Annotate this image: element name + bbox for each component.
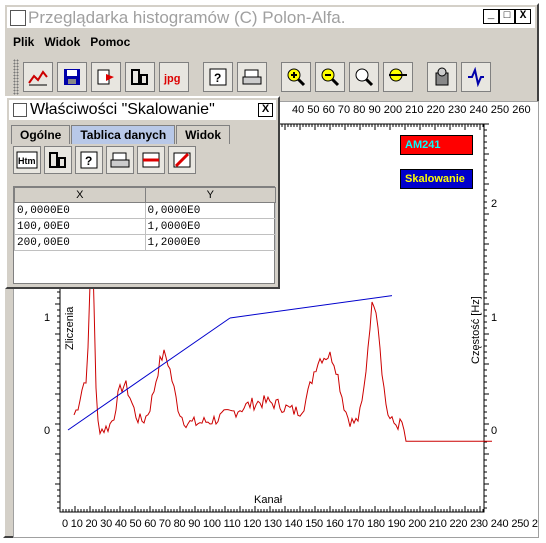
jpg-icon[interactable]: jpg — [159, 62, 189, 92]
help-icon[interactable]: ? — [75, 146, 103, 174]
cell-x[interactable]: 0,0000E0 — [14, 202, 146, 219]
app-icon — [10, 9, 26, 26]
svg-text:Htm: Htm — [18, 156, 36, 166]
cell-x[interactable]: 100,00E0 — [14, 218, 146, 235]
dialog-tabs: Ogólne Tablica danych Widok — [11, 125, 231, 144]
left-tick-1: 1 — [44, 312, 51, 324]
cell-x[interactable]: 200,00E0 — [14, 234, 146, 251]
menu-widok[interactable]: Widok — [44, 35, 80, 49]
zoom-out-icon[interactable] — [315, 62, 345, 92]
tab-tablica-danych[interactable]: Tablica danych — [71, 125, 176, 144]
delete-row-icon[interactable] — [168, 146, 196, 174]
table-row[interactable]: 200,00E0 1,2000E0 — [14, 234, 276, 251]
oo-icon[interactable] — [125, 62, 155, 92]
left-tick-0: 0 — [44, 425, 51, 437]
chart-icon[interactable] — [23, 62, 53, 92]
svg-text:?: ? — [85, 154, 92, 168]
y-axis-label-left: Zliczenia — [64, 306, 76, 350]
bottom-tick-labels: 0 10 20 30 40 50 60 70 80 90 100 110 120… — [62, 518, 539, 530]
cell-y[interactable]: 0,0000E0 — [144, 202, 276, 219]
right-tick-0: 0 — [491, 425, 498, 437]
bottom-ticks — [59, 506, 484, 512]
minimize-button[interactable]: _ — [483, 9, 499, 24]
dialog-close-button[interactable]: X — [258, 103, 273, 117]
export-icon[interactable] — [91, 62, 121, 92]
tab-ogolne[interactable]: Ogólne — [11, 125, 71, 144]
menu-plik[interactable]: Plik — [13, 35, 34, 49]
column-header-x[interactable]: X — [14, 187, 146, 203]
close-button[interactable]: X — [515, 9, 531, 24]
svg-text:?: ? — [214, 71, 221, 85]
htm-icon[interactable]: Htm — [13, 146, 41, 174]
dialog-title-bar: Właściwości "Skalowanie" X — [9, 100, 276, 120]
right-tick-2: 2 — [491, 198, 498, 210]
dialog-app-icon — [13, 103, 27, 117]
zoom-fit-icon[interactable] — [349, 62, 379, 92]
x-axis-label: Kanał — [254, 494, 283, 506]
tab-widok[interactable]: Widok — [176, 125, 231, 144]
help-icon[interactable]: ? — [203, 62, 233, 92]
data-table[interactable]: X Y 0,0000E0 0,0000E0 100,00E0 1,0000E0 … — [13, 186, 276, 284]
menu-pomoc[interactable]: Pomoc — [90, 35, 130, 49]
menu-bar: Plik Widok Pomoc — [13, 35, 130, 49]
oo-icon[interactable] — [44, 146, 72, 174]
settings-icon[interactable] — [427, 62, 457, 92]
move-icon[interactable] — [383, 62, 413, 92]
table-row[interactable]: 100,00E0 1,0000E0 — [14, 218, 276, 235]
legend-am241[interactable]: AM241 — [400, 135, 473, 155]
scaling-line-segment — [229, 295, 393, 319]
properties-dialog: Właściwości "Skalowanie" X Ogólne Tablic… — [5, 96, 280, 289]
table-row[interactable]: 0,0000E0 0,0000E0 — [14, 202, 276, 219]
maximize-button[interactable]: □ — [499, 9, 515, 24]
save-icon[interactable] — [57, 62, 87, 92]
cell-y[interactable]: 1,0000E0 — [144, 218, 276, 235]
y-axis-label-right: Częstość [Hz] — [470, 296, 482, 364]
print-icon[interactable] — [237, 62, 267, 92]
column-header-y[interactable]: Y — [144, 187, 276, 203]
legend-skalowanie[interactable]: Skalowanie — [400, 169, 473, 189]
top-tick-labels: 40 50 60 70 80 90 200 210 220 230 240 25… — [292, 104, 531, 116]
zoom-in-icon[interactable] — [281, 62, 311, 92]
window-title: Przeglądarka histogramów (C) Polon-Alfa. — [28, 7, 346, 27]
right-tick-1: 1 — [491, 312, 498, 324]
dialog-toolbar: Htm ? — [13, 146, 199, 174]
cell-y[interactable]: 1,2000E0 — [144, 234, 276, 251]
curve-icon[interactable] — [461, 62, 491, 92]
toolbar-grip[interactable] — [13, 59, 19, 95]
insert-row-icon[interactable] — [137, 146, 165, 174]
print-icon[interactable] — [106, 146, 134, 174]
title-bar: Przeglądarka histogramów (C) Polon-Alfa.… — [7, 7, 535, 28]
toolbar: jpg ? — [13, 57, 539, 97]
right-ticks — [484, 123, 489, 509]
svg-text:jpg: jpg — [163, 73, 181, 85]
dialog-title: Właściwości "Skalowanie" — [30, 101, 215, 118]
